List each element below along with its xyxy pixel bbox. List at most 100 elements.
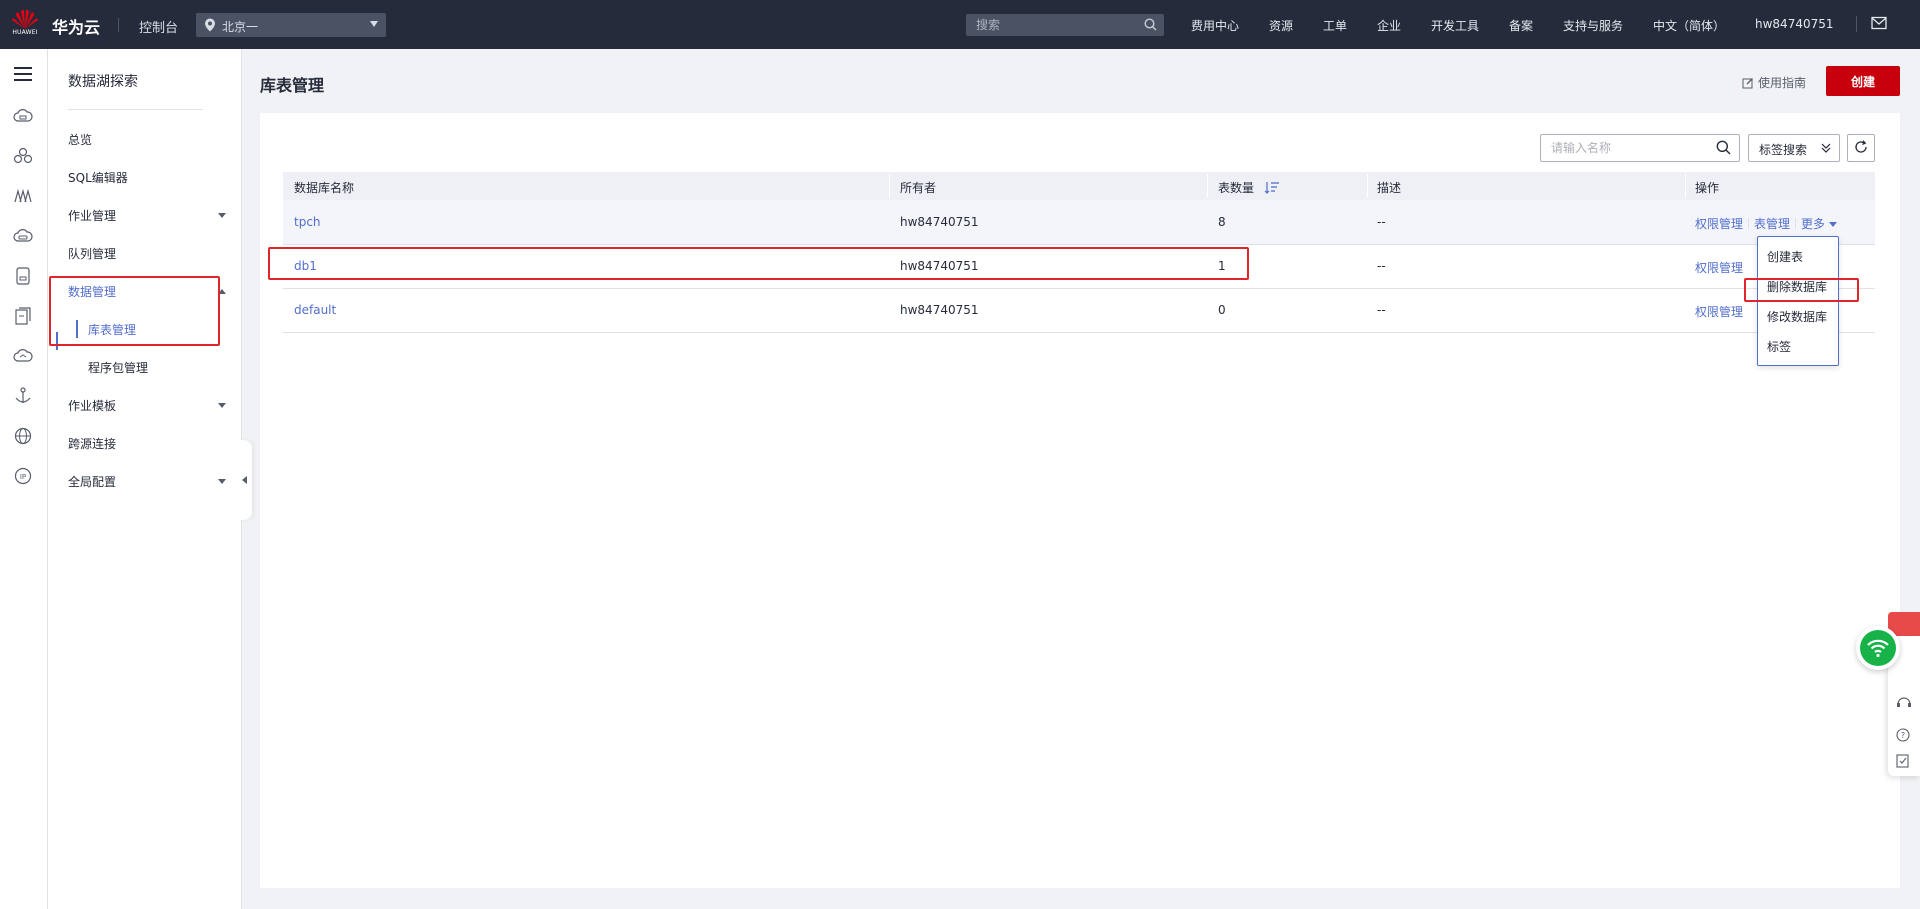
name-search-input[interactable] bbox=[1541, 135, 1721, 161]
menu-item-queue-management[interactable]: 队列管理 bbox=[68, 245, 116, 262]
help-icon[interactable]: ? bbox=[1896, 728, 1910, 745]
column-header-operations: 操作 bbox=[1695, 181, 1720, 195]
nav-dev-tools[interactable]: 开发工具 bbox=[1431, 17, 1479, 34]
brand-name[interactable]: 华为云 bbox=[52, 14, 100, 38]
menu-item-overview[interactable]: 总览 bbox=[68, 131, 92, 148]
table-row: default hw84740751 0 -- 权限管理 bbox=[283, 288, 1875, 333]
menu-item-job-management[interactable]: 作业管理 bbox=[68, 207, 116, 224]
hamburger-menu-icon[interactable] bbox=[12, 63, 34, 85]
nav-billing-center[interactable]: 费用中心 bbox=[1191, 17, 1239, 34]
nav-resources[interactable]: 资源 bbox=[1269, 17, 1293, 34]
customer-service-icon[interactable] bbox=[1896, 696, 1912, 713]
chevron-left-icon bbox=[242, 476, 247, 484]
nav-language[interactable]: 中文（简体） bbox=[1653, 17, 1725, 34]
logo-wordmark: HUAWEI bbox=[12, 29, 38, 36]
svg-text:?: ? bbox=[1901, 731, 1905, 740]
chevron-down-icon bbox=[370, 21, 378, 27]
db-name-link[interactable]: tpch bbox=[294, 215, 321, 229]
menu-item-sql-editor[interactable]: SQL编辑器 bbox=[68, 169, 128, 186]
owner-cell: hw84740751 bbox=[900, 215, 979, 229]
column-header-table-count-label: 表数量 bbox=[1218, 181, 1255, 195]
network-status-widget[interactable] bbox=[1856, 626, 1900, 670]
nav-support[interactable]: 支持与服务 bbox=[1563, 17, 1623, 34]
permission-management-link[interactable]: 权限管理 bbox=[1695, 261, 1743, 275]
annotation-highlight-row bbox=[268, 247, 1249, 280]
document-icon[interactable] bbox=[12, 305, 34, 327]
menu-item-package-management[interactable]: 程序包管理 bbox=[88, 359, 148, 376]
service-title: 数据湖探索 bbox=[68, 74, 138, 90]
search-icon[interactable] bbox=[1144, 18, 1157, 34]
menu-item-cross-source-connection[interactable]: 跨源连接 bbox=[68, 435, 116, 452]
chevron-down-icon[interactable] bbox=[218, 213, 226, 218]
menu-item-job-templates[interactable]: 作业模板 bbox=[68, 397, 116, 414]
refresh-icon bbox=[1854, 139, 1868, 157]
region-select[interactable]: 北京一 bbox=[196, 13, 386, 37]
chevron-down-icon[interactable] bbox=[218, 479, 226, 484]
refresh-button[interactable] bbox=[1847, 134, 1875, 162]
table-management-link[interactable]: 表管理 bbox=[1754, 217, 1790, 231]
dropdown-item-create-table[interactable]: 创建表 bbox=[1767, 248, 1803, 265]
column-header-owner: 所有者 bbox=[900, 181, 937, 195]
global-search[interactable] bbox=[966, 14, 1164, 36]
create-button[interactable]: 创建 bbox=[1826, 66, 1900, 96]
more-dropdown-trigger[interactable]: 更多 bbox=[1801, 217, 1838, 231]
description-cell: -- bbox=[1377, 259, 1386, 273]
service-icon-rail: IP bbox=[0, 49, 48, 909]
sort-icon[interactable] bbox=[1264, 181, 1280, 197]
user-guide-label: 使用指南 bbox=[1758, 76, 1807, 90]
cloud-icon[interactable] bbox=[12, 345, 34, 367]
data-lake-icon[interactable] bbox=[12, 185, 34, 207]
table-count-cell: 0 bbox=[1218, 303, 1226, 317]
tag-search-label: 标签搜索 bbox=[1759, 143, 1808, 157]
page-title: 库表管理 bbox=[260, 76, 325, 95]
checklist-icon[interactable] bbox=[1896, 754, 1910, 771]
annotation-highlight-delete bbox=[1744, 278, 1859, 302]
permission-management-link[interactable]: 权限管理 bbox=[1695, 305, 1743, 319]
console-link[interactable]: 控制台 bbox=[139, 17, 178, 36]
column-divider bbox=[1367, 174, 1368, 198]
ip-icon[interactable]: IP bbox=[12, 465, 34, 487]
permission-management-link[interactable]: 权限管理 bbox=[1695, 217, 1743, 231]
row-operations: 权限管理 表管理 更多 bbox=[1695, 215, 1838, 232]
description-cell: -- bbox=[1377, 215, 1386, 229]
description-cell: -- bbox=[1377, 303, 1386, 317]
row-operations: 权限管理 bbox=[1695, 259, 1743, 276]
cloud-db-icon[interactable] bbox=[12, 225, 34, 247]
edit-guide-icon bbox=[1742, 77, 1754, 92]
search-icon[interactable] bbox=[1716, 140, 1731, 158]
mail-icon[interactable] bbox=[1871, 16, 1887, 33]
location-pin-icon bbox=[204, 18, 216, 35]
column-divider bbox=[1207, 174, 1208, 198]
storage-icon[interactable] bbox=[12, 265, 34, 287]
nav-icp-filing[interactable]: 备案 bbox=[1509, 17, 1533, 34]
anchor-icon[interactable] bbox=[12, 385, 34, 407]
top-navigation-bar: HUAWEI 华为云 控制台 北京一 费用中心 资源 工单 企业 开发工具 备案… bbox=[0, 0, 1920, 49]
nav-user-account[interactable]: hw84740751 bbox=[1755, 17, 1834, 31]
nav-enterprise[interactable]: 企业 bbox=[1377, 17, 1401, 34]
divider bbox=[1795, 218, 1797, 229]
user-guide-link[interactable]: 使用指南 bbox=[1742, 74, 1806, 92]
db-name-link[interactable]: default bbox=[294, 303, 336, 317]
globe-icon[interactable] bbox=[12, 425, 34, 447]
divider bbox=[68, 109, 203, 110]
chevron-down-icon[interactable] bbox=[218, 403, 226, 408]
menu-item-global-config[interactable]: 全局配置 bbox=[68, 473, 116, 490]
cluster-icon[interactable] bbox=[12, 145, 34, 167]
owner-cell: hw84740751 bbox=[900, 303, 979, 317]
tag-search-button[interactable]: 标签搜索 bbox=[1748, 134, 1840, 162]
nav-tickets[interactable]: 工单 bbox=[1323, 17, 1347, 34]
name-search[interactable] bbox=[1540, 134, 1740, 162]
divider bbox=[1748, 218, 1750, 229]
dropdown-item-tags[interactable]: 标签 bbox=[1767, 338, 1791, 355]
dropdown-item-modify-database[interactable]: 修改数据库 bbox=[1767, 308, 1827, 325]
chevron-down-icon bbox=[1829, 222, 1838, 227]
wifi-icon bbox=[1860, 630, 1896, 666]
column-header-table-count[interactable]: 表数量 bbox=[1218, 179, 1280, 197]
global-search-input[interactable] bbox=[966, 14, 1146, 36]
cloud-server-icon[interactable] bbox=[12, 105, 34, 127]
column-header-description: 描述 bbox=[1377, 181, 1402, 195]
sidebar-collapse-toggle[interactable] bbox=[236, 440, 252, 520]
divider bbox=[118, 18, 119, 32]
side-menu: 数据湖探索 总览 SQL编辑器 作业管理 队列管理 数据管理 库表管理 程序包管… bbox=[48, 49, 242, 909]
svg-text:IP: IP bbox=[20, 473, 26, 481]
